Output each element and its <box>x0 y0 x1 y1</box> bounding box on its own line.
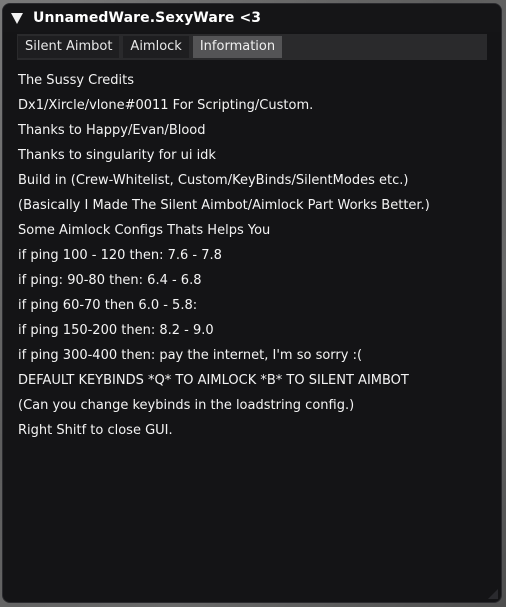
script-window[interactable]: UnnamedWare.SexyWare <3 Silent Aimbot Ai… <box>2 3 502 603</box>
window-title: UnnamedWare.SexyWare <3 <box>33 10 262 26</box>
tab-bar: Silent Aimbot Aimlock Information <box>17 34 487 60</box>
info-line: DEFAULT KEYBINDS *Q* TO AIMLOCK *B* TO S… <box>18 373 409 388</box>
info-line: (Can you change keybinds in the loadstri… <box>18 398 355 413</box>
info-line: if ping 300-400 then: pay the internet, … <box>18 348 363 363</box>
info-line: if ping 60-70 then 6.0 - 5.8: <box>18 298 198 313</box>
info-line: if ping 150-200 then: 8.2 - 9.0 <box>18 323 214 338</box>
info-line: The Sussy Credits <box>18 73 135 88</box>
information-panel: The Sussy Credits Dx1/Xircle/vlone#0011 … <box>3 60 501 443</box>
window-titlebar[interactable]: UnnamedWare.SexyWare <3 <box>3 4 501 32</box>
info-line: Right Shitf to close GUI. <box>18 423 173 438</box>
info-line: Thanks to singularity for ui idk <box>18 148 216 163</box>
tab-silent-aimbot[interactable]: Silent Aimbot <box>18 36 120 58</box>
info-line: (Basically I Made The Silent Aimbot/Aiml… <box>18 198 430 213</box>
info-line: Thanks to Happy/Evan/Blood <box>18 123 206 138</box>
tab-information[interactable]: Information <box>192 36 283 58</box>
info-line: Build in (Crew-Whitelist, Custom/KeyBind… <box>18 173 409 188</box>
tab-aimlock[interactable]: Aimlock <box>123 36 189 58</box>
info-line: Dx1/Xircle/vlone#0011 For Scripting/Cust… <box>18 98 314 113</box>
info-line: if ping: 90-80 then: 6.4 - 6.8 <box>18 273 202 288</box>
resize-grip[interactable] <box>488 589 498 599</box>
triangle-down-icon[interactable] <box>11 13 23 24</box>
info-line: if ping 100 - 120 then: 7.6 - 7.8 <box>18 248 222 263</box>
info-line: Some Aimlock Configs Thats Helps You <box>18 223 271 238</box>
